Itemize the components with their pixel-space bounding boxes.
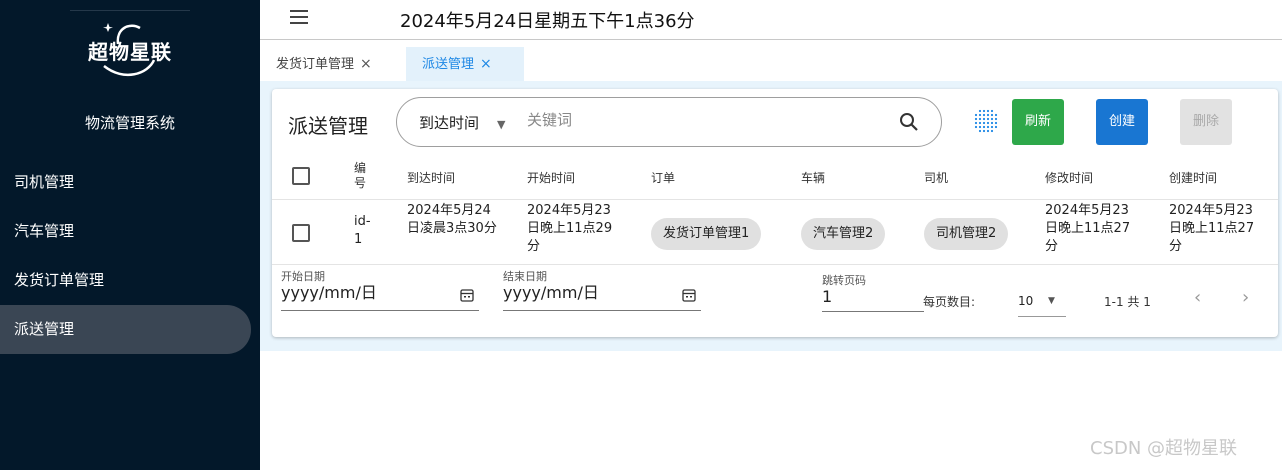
search-field-label: 到达时间 bbox=[419, 114, 480, 132]
search-bar: 到达时间 ▼ bbox=[396, 97, 942, 147]
next-page-icon[interactable]: › bbox=[1242, 287, 1249, 308]
menu-icon[interactable] bbox=[290, 10, 308, 26]
close-icon[interactable]: × bbox=[480, 56, 492, 72]
search-field-select[interactable]: 到达时间 ▼ bbox=[419, 112, 505, 133]
tab-label: 派送管理 bbox=[422, 57, 475, 72]
select-all-checkbox[interactable] bbox=[292, 167, 310, 185]
cell-id: id-1 bbox=[354, 214, 371, 247]
table-header: 编号 到达时间 开始时间 订单 车辆 司机 修改时间 创建时间 bbox=[272, 159, 1278, 199]
close-icon[interactable]: × bbox=[360, 56, 372, 72]
prev-page-icon[interactable]: ‹ bbox=[1194, 287, 1201, 308]
system-title: 物流管理系统 bbox=[84, 114, 175, 132]
sidebar-divider bbox=[70, 10, 190, 11]
header-start[interactable]: 开始时间 bbox=[527, 169, 575, 186]
cell-start: 2024年5月23日晚上11点29分 bbox=[527, 203, 613, 254]
topbar: 2024年5月24日星期五下午1点36分 bbox=[260, 0, 1282, 40]
header-order[interactable]: 订单 bbox=[651, 169, 675, 186]
calendar-icon[interactable] bbox=[459, 287, 475, 303]
start-date-value: yyyy/mm/日 bbox=[281, 283, 377, 302]
header-created[interactable]: 创建时间 bbox=[1169, 169, 1217, 186]
sidebar-item-delivery[interactable]: 派送管理 bbox=[0, 305, 251, 354]
header-driver[interactable]: 司机 bbox=[924, 169, 948, 186]
calendar-icon[interactable] bbox=[681, 287, 697, 303]
caret-down-icon: ▼ bbox=[497, 118, 506, 131]
search-input[interactable] bbox=[527, 111, 887, 129]
header-vehicle[interactable]: 车辆 bbox=[801, 169, 825, 186]
delivery-card: 派送管理 到达时间 ▼ 刷新 创建 删除 bbox=[272, 89, 1278, 337]
jump-page-value: 1 bbox=[822, 287, 833, 306]
row-checkbox[interactable] bbox=[292, 224, 310, 242]
cell-modified: 2024年5月23日晚上11点27分 bbox=[1045, 203, 1131, 254]
sidebar-item-drivers[interactable]: 司机管理 bbox=[0, 158, 260, 207]
sidebar-item-vehicles[interactable]: 汽车管理 bbox=[0, 207, 260, 256]
end-date-input[interactable]: yyyy/mm/日 bbox=[503, 281, 701, 311]
tab-bar: 发货订单管理 × 派送管理 × bbox=[260, 41, 1282, 81]
per-page-select[interactable]: 10 ▼ bbox=[1018, 285, 1066, 317]
start-date-input[interactable]: yyyy/mm/日 bbox=[281, 281, 479, 311]
caret-down-icon: ▼ bbox=[1048, 296, 1055, 306]
sidebar-nav: 司机管理 汽车管理 发货订单管理 派送管理 bbox=[0, 158, 260, 354]
cell-created: 2024年5月23日晚上11点27分 bbox=[1169, 203, 1255, 254]
header-arrival[interactable]: 到达时间 bbox=[407, 169, 455, 186]
header-modified[interactable]: 修改时间 bbox=[1045, 169, 1093, 186]
per-page-label: 每页数目: bbox=[923, 295, 976, 309]
page-title: 派送管理 bbox=[288, 114, 368, 138]
jump-page-input[interactable]: 1 bbox=[822, 285, 924, 312]
clock: 2024年5月24日星期五下午1点36分 bbox=[400, 11, 695, 32]
table-row[interactable]: id-1 2024年5月24日凌晨3点30分 2024年5月23日晚上11点29… bbox=[272, 199, 1278, 265]
refresh-button[interactable]: 刷新 bbox=[1012, 99, 1064, 145]
page-range: 1-1 共 1 bbox=[1104, 295, 1151, 309]
order-chip[interactable]: 发货订单管理1 bbox=[651, 218, 762, 250]
logo: 超物星联 bbox=[68, 16, 192, 78]
delete-button[interactable]: 删除 bbox=[1180, 99, 1232, 145]
sidebar: 超物星联 物流管理系统 司机管理 汽车管理 发货订单管理 派送管理 bbox=[0, 0, 260, 470]
tab-delivery[interactable]: 派送管理 × bbox=[406, 47, 524, 81]
end-date-value: yyyy/mm/日 bbox=[503, 283, 599, 302]
cell-arrival: 2024年5月24日凌晨3点30分 bbox=[407, 203, 497, 236]
sidebar-item-shipping-orders[interactable]: 发货订单管理 bbox=[0, 256, 260, 305]
tab-shipping-orders[interactable]: 发货订单管理 × bbox=[268, 47, 380, 81]
watermark: CSDN @超物星联 bbox=[1090, 438, 1238, 459]
logo-text: 超物星联 bbox=[88, 40, 172, 64]
table-footer: 开始日期 yyyy/mm/日 结束日期 yyyy/mm/日 跳转页码 1 每页数… bbox=[272, 265, 1278, 337]
column-toggle-icon[interactable] bbox=[972, 107, 1000, 135]
per-page-value: 10 bbox=[1018, 294, 1034, 308]
header-id[interactable]: 编号 bbox=[354, 161, 368, 191]
tab-label: 发货订单管理 bbox=[276, 57, 355, 72]
search-icon[interactable] bbox=[897, 110, 921, 134]
vehicle-chip[interactable]: 汽车管理2 bbox=[801, 218, 886, 250]
create-button[interactable]: 创建 bbox=[1096, 99, 1148, 145]
driver-chip[interactable]: 司机管理2 bbox=[924, 218, 1009, 250]
